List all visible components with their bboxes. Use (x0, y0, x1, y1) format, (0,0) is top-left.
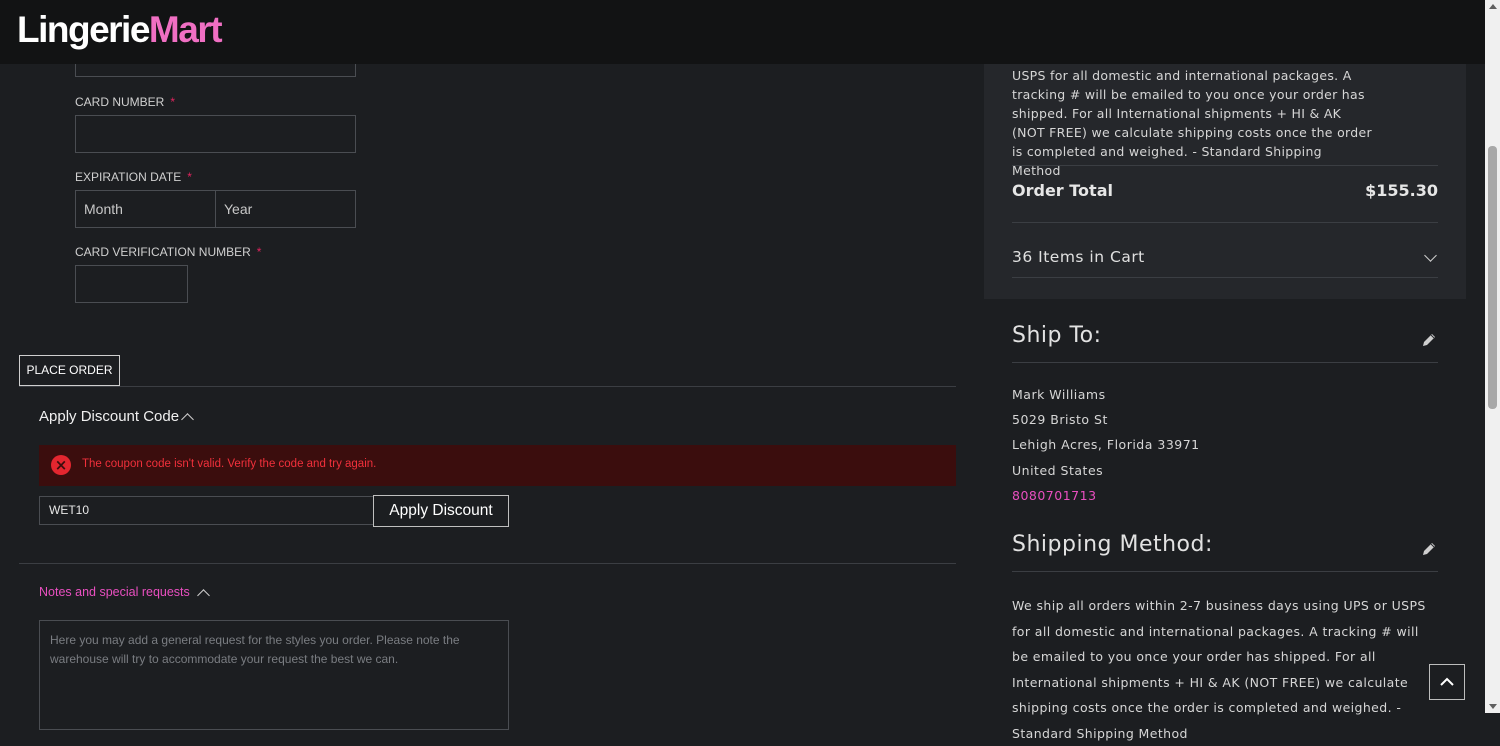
logo-part-1: Lingerie (17, 9, 150, 50)
logo-part-2: Mart (148, 9, 223, 50)
divider (19, 386, 956, 387)
divider (1012, 571, 1438, 572)
discount-code-input[interactable]: WET10 (39, 496, 374, 525)
divider (19, 563, 956, 564)
card-number-input[interactable] (75, 115, 356, 153)
page-scrollbar[interactable] (1485, 0, 1500, 713)
divider (1012, 222, 1438, 223)
divider (1012, 165, 1438, 166)
notes-textarea[interactable]: Here you may add a general request for t… (39, 620, 509, 730)
pencil-icon[interactable] (1421, 541, 1437, 557)
error-icon: × (51, 455, 71, 475)
cvv-label: CARD VERIFICATION NUMBER * (75, 245, 262, 259)
chevron-up-icon (1440, 677, 1454, 686)
apply-discount-button[interactable]: Apply Discount (373, 495, 509, 527)
site-logo[interactable]: LingerieMart (17, 8, 223, 52)
chevron-up-icon[interactable] (197, 589, 210, 602)
ship-to-city: Lehigh Acres, Florida 33971 (1012, 437, 1200, 452)
scrollbar-thumb[interactable] (1488, 146, 1497, 409)
scroll-up-arrow-icon[interactable] (1489, 4, 1497, 9)
cvv-input[interactable] (75, 265, 188, 303)
card-number-label: CARD NUMBER * (75, 95, 176, 109)
discount-toggle[interactable]: Apply Discount Code (39, 408, 179, 425)
coupon-error-message: × The coupon code isn't valid. Verify th… (39, 445, 956, 486)
shipping-method-title: Shipping Method: (1012, 532, 1213, 557)
error-text: The coupon code isn't valid. Verify the … (82, 458, 377, 470)
back-to-top-button[interactable] (1429, 664, 1465, 700)
items-in-cart-toggle[interactable]: 36 Items in Cart (1012, 248, 1145, 266)
order-total-label: Order Total (1012, 181, 1113, 200)
expiration-month-select[interactable]: Month (75, 190, 216, 228)
expiration-date-label: EXPIRATION DATE * (75, 170, 192, 184)
ship-to-phone-link[interactable]: 8080701713 (1012, 488, 1097, 503)
ship-to-name: Mark Williams (1012, 387, 1106, 402)
divider (1012, 362, 1438, 363)
chevron-up-icon[interactable] (181, 413, 194, 426)
divider (1012, 277, 1438, 278)
shipping-method-text: We ship all orders within 2-7 business d… (1012, 598, 1426, 741)
ship-to-country: United States (1012, 463, 1104, 478)
notes-toggle[interactable]: Notes and special requests (39, 585, 190, 599)
ship-to-title: Ship To: (1012, 323, 1102, 348)
ship-to-street: 5029 Bristo St (1012, 412, 1108, 427)
order-total-value: $155.30 (1365, 181, 1438, 200)
pencil-icon[interactable] (1421, 332, 1437, 348)
site-header: LingerieMart (0, 0, 1485, 64)
shipping-note: USPS for all domestic and international … (1012, 68, 1372, 178)
place-order-button[interactable]: PLACE ORDER (19, 355, 120, 386)
expiration-year-select[interactable]: Year (215, 190, 356, 228)
scroll-down-arrow-icon[interactable] (1489, 704, 1497, 709)
